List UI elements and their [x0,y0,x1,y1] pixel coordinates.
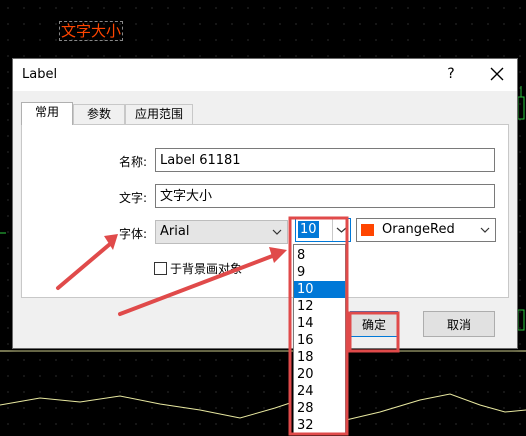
font-size-option[interactable]: 14 [294,315,345,332]
font-size-value: 10 [298,221,319,238]
font-size-dropdown-list: 8 9 10 12 14 16 18 20 24 28 32 [293,244,346,434]
tab-bar: 常用 参数 应用范围 [21,102,509,125]
chevron-down-icon [336,227,347,233]
font-size-option[interactable]: 32 [294,417,345,434]
text-label: 文字: [118,191,147,205]
font-size-option[interactable]: 8 [294,247,345,264]
name-label: 名称: [118,155,147,169]
label-properties-dialog: Label ? 常用 参数 应用范围 名称: Label 61181 文字: 文… [12,58,518,349]
font-size-option[interactable]: 20 [294,366,345,383]
candle [517,309,525,331]
font-size-option[interactable]: 28 [294,400,345,417]
font-size-option-selected[interactable]: 10 [294,281,345,298]
dialog-title: Label [22,67,58,82]
font-size-option[interactable]: 18 [294,349,345,366]
text-input[interactable]: 文字大小 [155,184,495,208]
tab-general[interactable]: 常用 [21,102,73,125]
tab-scope[interactable]: 应用范围 [125,104,193,124]
chevron-down-icon [272,229,282,235]
color-select[interactable]: OrangeRed [356,218,496,242]
font-size-option[interactable]: 16 [294,332,345,349]
name-input[interactable]: Label 61181 [155,148,495,172]
font-size-option[interactable]: 24 [294,383,345,400]
candle [517,96,525,120]
ok-button[interactable]: 确定 [350,311,398,337]
chart-text-label[interactable]: 文字大小 [59,21,124,41]
font-size-dropdown-button[interactable] [332,219,350,241]
font-size-option[interactable]: 9 [294,264,345,281]
chart-price-line [0,395,291,419]
background-checkbox-label[interactable]: 于背景画对象 [170,260,242,277]
cancel-button[interactable]: 取消 [423,311,495,337]
close-icon[interactable] [489,66,505,82]
font-select-value: Arial [160,224,190,239]
tab-parameters[interactable]: 参数 [73,104,125,124]
dialog-titlebar: Label ? [13,59,517,91]
background-checkbox[interactable] [154,262,167,275]
color-select-value: OrangeRed [382,222,455,237]
color-swatch [361,224,374,236]
help-button[interactable]: ? [444,66,458,82]
font-size-select[interactable]: 10 [295,218,351,242]
font-size-option[interactable]: 12 [294,298,345,315]
font-select[interactable]: Arial [155,220,288,244]
font-label: 字体: [118,227,147,241]
chevron-down-icon [480,227,490,233]
chart-price-line-right [345,393,526,421]
